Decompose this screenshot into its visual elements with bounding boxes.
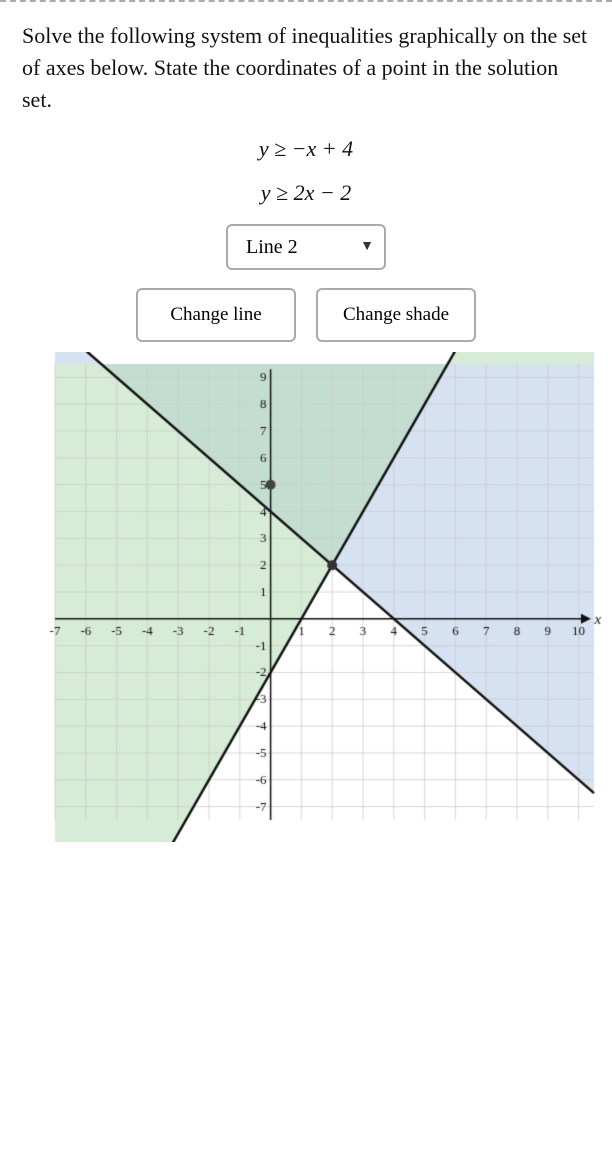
change-shade-button[interactable]: Change shade bbox=[316, 288, 476, 342]
inequality-1: y ≥ −x + 4 bbox=[0, 136, 612, 162]
line-select[interactable]: Line 1 Line 2 bbox=[226, 224, 386, 270]
inequality-2: y ≥ 2x − 2 bbox=[0, 180, 612, 206]
top-border bbox=[0, 0, 612, 2]
problem-text: Solve the following system of inequaliti… bbox=[0, 20, 612, 116]
line-select-wrapper[interactable]: Line 1 Line 2 bbox=[226, 224, 386, 270]
graph-container bbox=[0, 352, 612, 842]
buttons-row: Change line Change shade bbox=[0, 288, 612, 342]
change-line-button[interactable]: Change line bbox=[136, 288, 296, 342]
inequalities-block: y ≥ −x + 4 y ≥ 2x − 2 bbox=[0, 136, 612, 206]
graph-canvas bbox=[0, 352, 612, 842]
dropdown-row: Line 1 Line 2 bbox=[0, 224, 612, 270]
